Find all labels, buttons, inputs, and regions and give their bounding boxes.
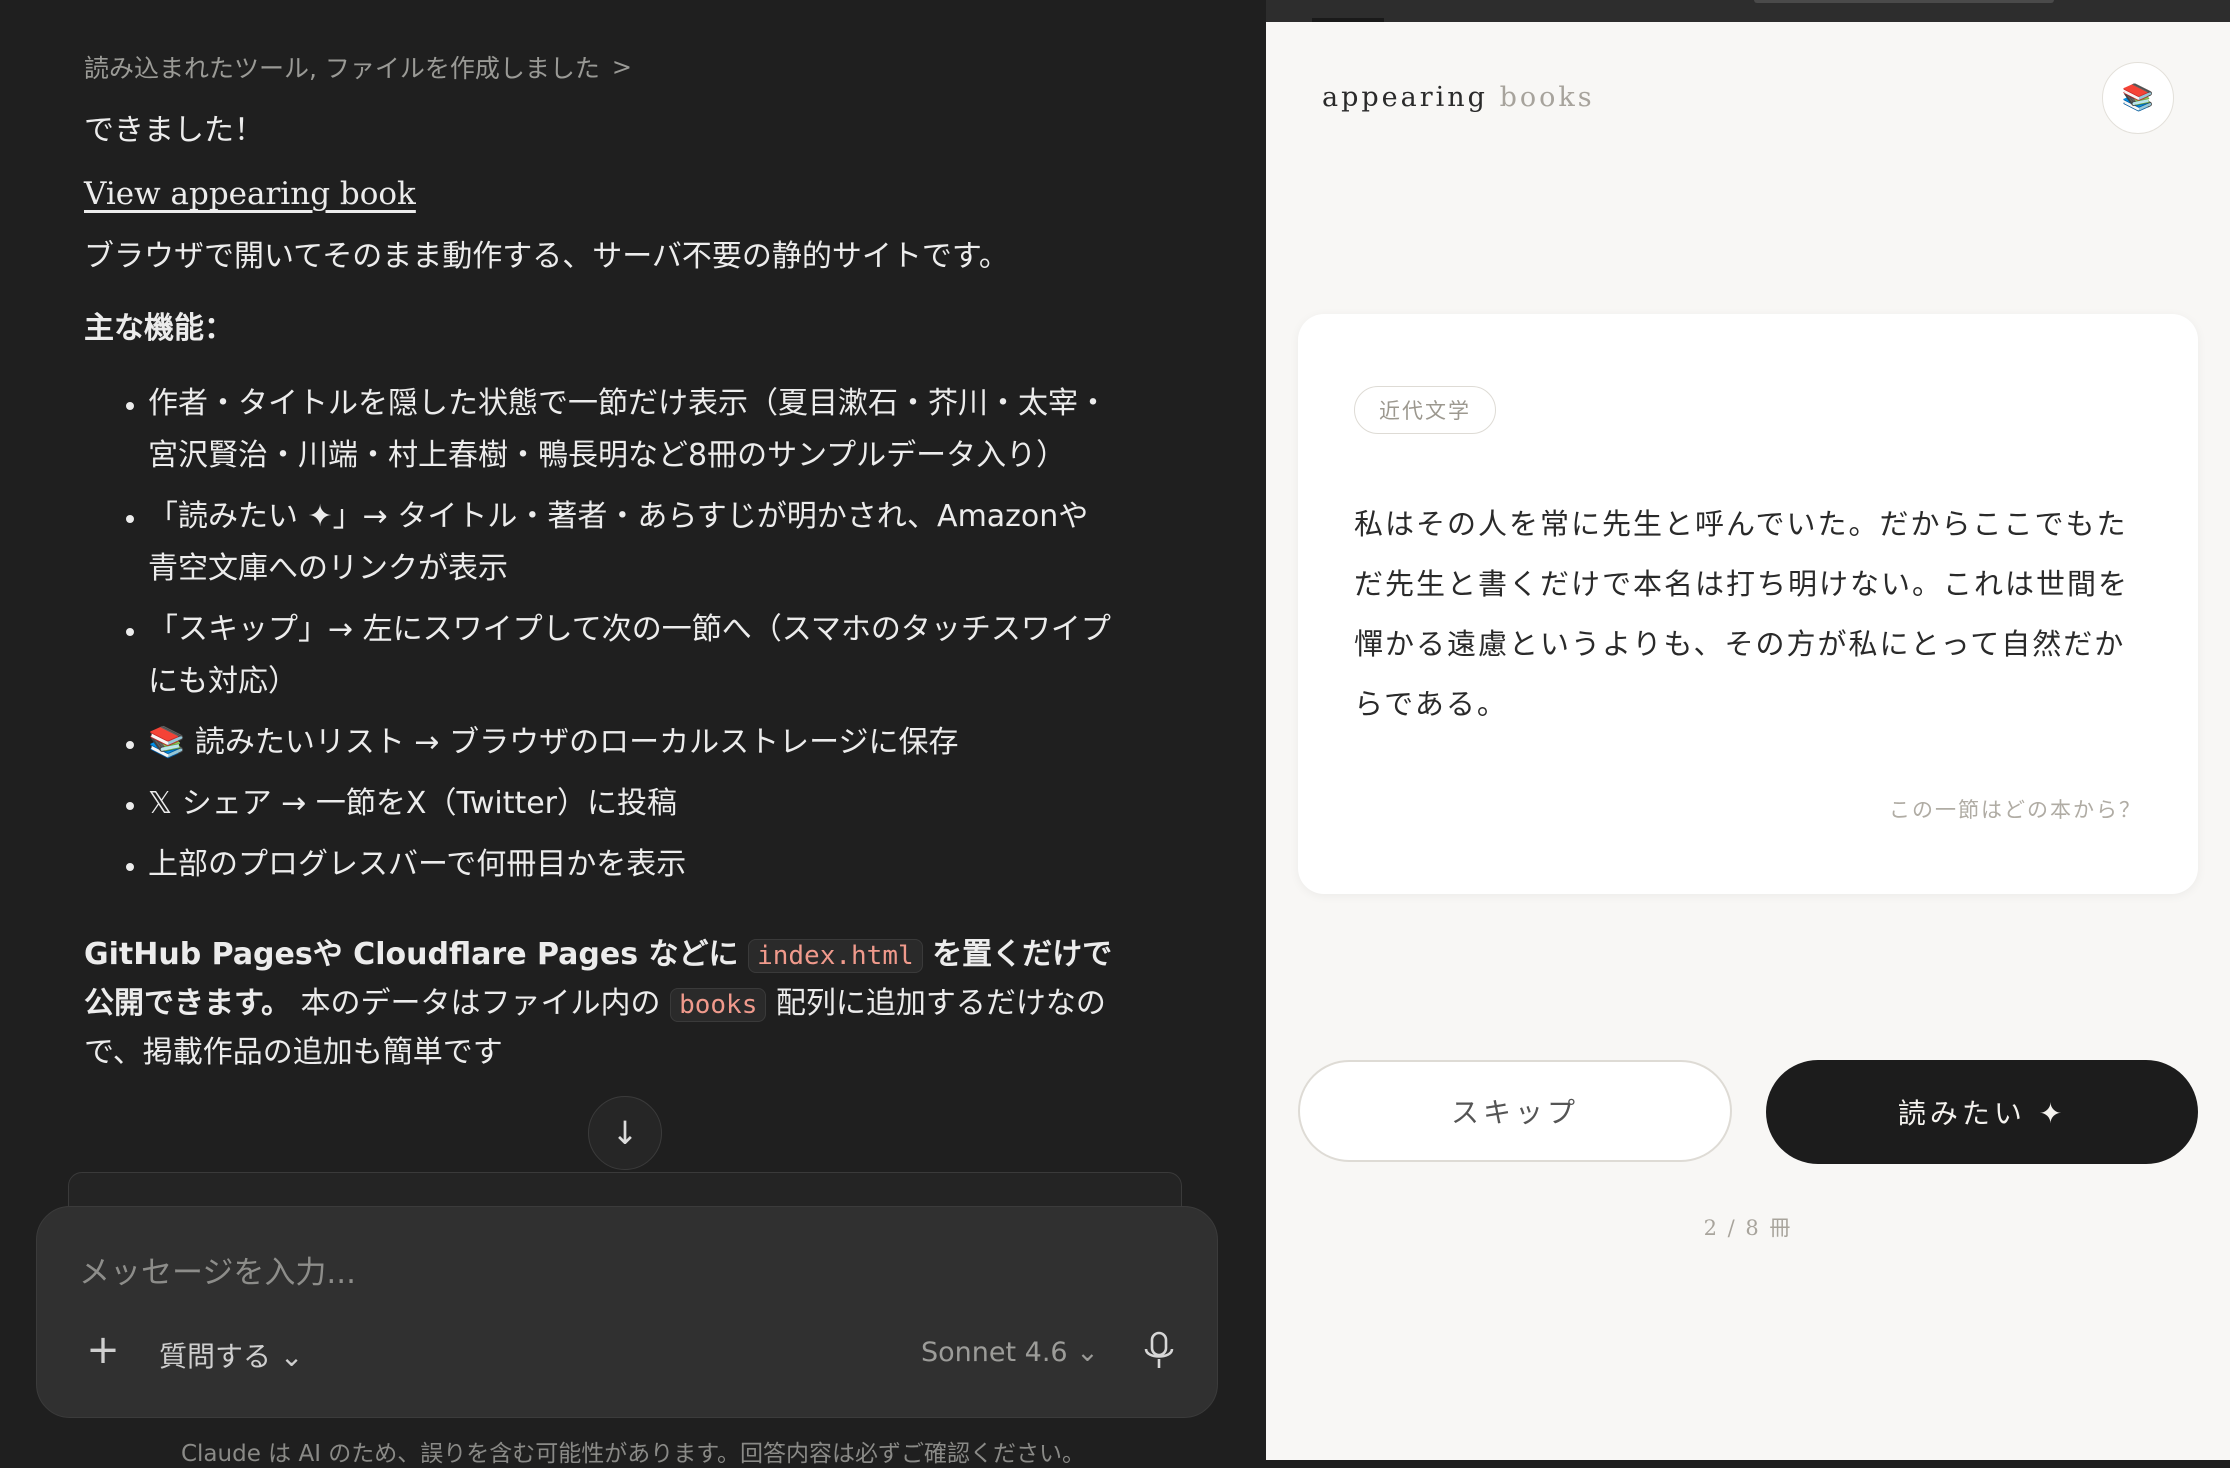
genre-tag: 近代文学 xyxy=(1354,386,1496,434)
passage-card[interactable]: 近代文学 私はその人を常に先生と呼んでいた。だからここでもただ先生と書くだけで本… xyxy=(1298,314,2198,894)
passage-text: 私はその人を常に先生と呼んでいた。だからここでもただ先生と書くだけで本名は打ち明… xyxy=(1354,507,2130,721)
code-index-html: index.html xyxy=(748,939,923,973)
books-icon: 📚 xyxy=(2121,83,2155,113)
list-item: 上部のプログレスバーで何冊目かを表示 xyxy=(148,839,1114,891)
logo-light: books xyxy=(1499,82,1595,113)
chevron-right-icon: > xyxy=(611,53,633,81)
list-item: 📚 読みたいリスト → ブラウザのローカルストレージに保存 xyxy=(148,717,1114,769)
mode-selector[interactable]: 質問する ⌄ xyxy=(159,1335,303,1375)
list-item: 作者・タイトルを隠した状態で一節だけ表示（夏目漱石・芥川・太宰・宮沢賢治・川端・… xyxy=(148,378,1114,482)
want-to-read-button[interactable]: 読みたい ✦ xyxy=(1766,1060,2198,1164)
message-input[interactable]: メッセージを入力... xyxy=(79,1247,356,1292)
model-selector[interactable]: Sonnet 4.6 ⌄ xyxy=(921,1337,1099,1368)
features-title: 主な機能： xyxy=(84,311,234,346)
artifact-preview: appearing books 📚 近代文学 私はその人を常に先生と呼んでいた。… xyxy=(1266,0,2230,1460)
reading-list-button[interactable]: 📚 xyxy=(2102,62,2174,134)
done-text: できました！ xyxy=(84,113,264,148)
skip-button[interactable]: スキップ xyxy=(1298,1060,1732,1162)
preview-topbar xyxy=(1266,0,2230,22)
add-attachment-button[interactable]: + xyxy=(81,1327,125,1373)
closing-paragraph: GitHub Pagesや Cloudflare Pages などに index… xyxy=(84,931,1114,1077)
scroll-down-button[interactable]: ↓ xyxy=(588,1096,662,1170)
tools-summary[interactable]: 読み込まれたツール, ファイルを作成しました > xyxy=(84,50,1114,84)
description-text: ブラウザで開いてそのまま動作する、サーバ不要の静的サイトです。 xyxy=(84,239,1009,274)
book-counter: 2 / 8 冊 xyxy=(1703,1216,1793,1240)
arrow-down-icon: ↓ xyxy=(611,1114,639,1152)
tools-summary-label: 読み込まれたツール, ファイルを作成しました xyxy=(84,54,600,83)
message-composer: メッセージを入力... + 質問する ⌄ Sonnet 4.6 ⌄ xyxy=(36,1206,1218,1418)
list-item: 「読みたい ✦」→ タイトル・著者・あらすじが明かされ、Amazonや青空文庫へ… xyxy=(148,491,1114,595)
passage-hint: この一節はどの本から？ xyxy=(1889,798,2142,822)
features-list: 作者・タイトルを隠した状態で一節だけ表示（夏目漱石・芥川・太宰・宮沢賢治・川端・… xyxy=(84,378,1114,891)
preview-tab-indicator xyxy=(1312,18,1384,22)
list-item: 𝕏 シェア → 一節をX（Twitter）に投稿 xyxy=(148,778,1114,830)
microphone-icon[interactable] xyxy=(1139,1329,1179,1373)
chat-pane: 読み込まれたツール, ファイルを作成しました > できました！ View app… xyxy=(0,0,1266,1467)
logo-main: appearing xyxy=(1322,82,1488,113)
disclaimer-text: Claude は AI のため、誤りを含む可能性があります。回答内容は必ずご確認… xyxy=(180,1441,1086,1467)
code-books: books xyxy=(670,988,767,1022)
site-logo: appearing books xyxy=(1322,82,1595,113)
artifact-link[interactable]: View appearing book xyxy=(84,176,416,212)
list-item: 「スキップ」→ 左にスワイプして次の一節へ（スマホのタッチスワイプにも対応） xyxy=(148,604,1114,708)
closing-bold-1: GitHub Pagesや Cloudflare Pages などに xyxy=(84,937,739,972)
chat-message: 読み込まれたツール, ファイルを作成しました > できました！ View app… xyxy=(84,50,1114,1107)
closing-text-1: 本のデータはファイル内の xyxy=(291,986,661,1021)
preview-address-bar xyxy=(1754,0,2054,3)
